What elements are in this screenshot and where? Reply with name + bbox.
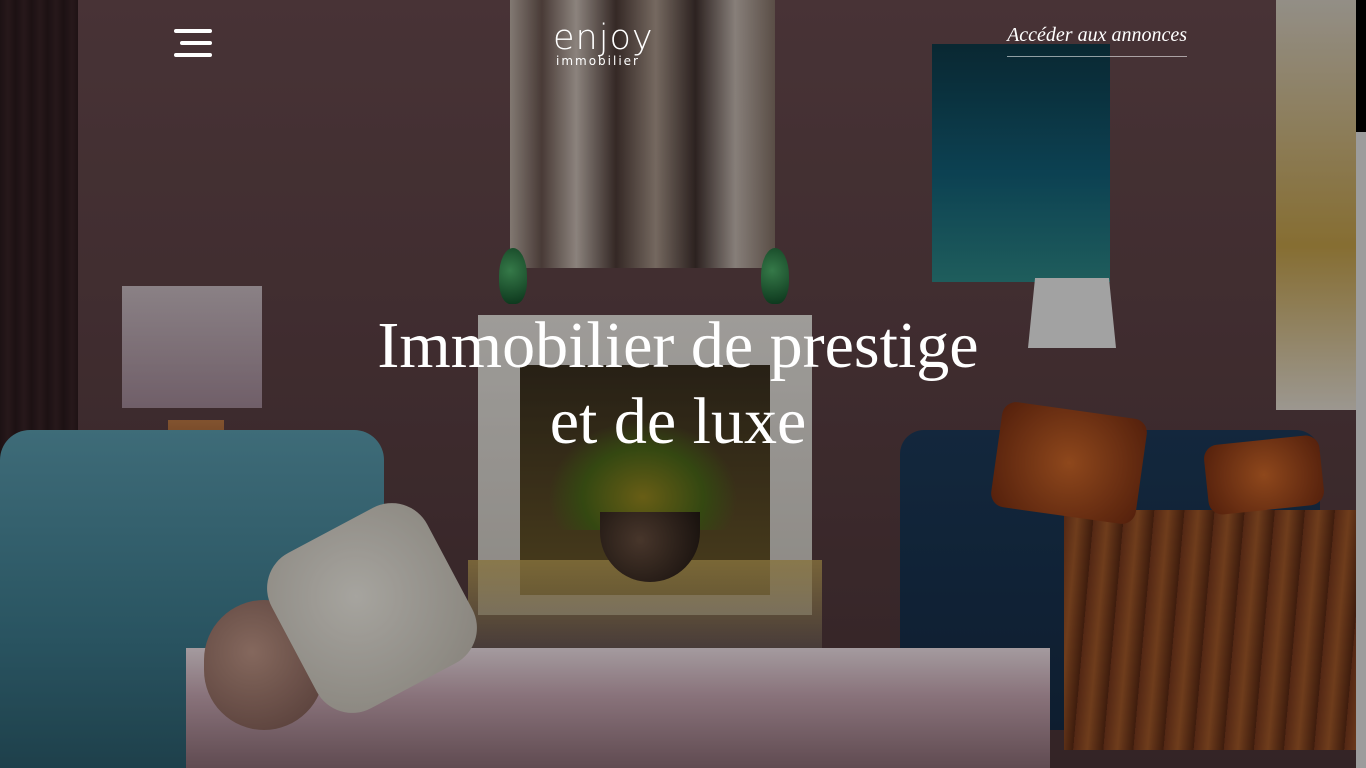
menu-bar-bottom [174,53,212,57]
logo-tagline: immobilier [556,54,640,68]
logo[interactable]: enjoy immobilier [553,20,673,70]
menu-bar-middle [180,41,212,45]
hero-title-line-1: Immobilier de prestige [377,309,979,382]
listings-link[interactable]: Accéder aux annonces [1007,22,1187,57]
hamburger-menu-icon[interactable] [170,26,216,62]
logo-name: enjoy [553,18,654,58]
hero-title: Immobilier de prestige et de luxe [0,308,1356,460]
menu-bar-top [174,29,212,33]
page: enjoy immobilier Accéder aux annonces Im… [0,0,1366,768]
hero-title-line-2: et de luxe [549,385,807,458]
